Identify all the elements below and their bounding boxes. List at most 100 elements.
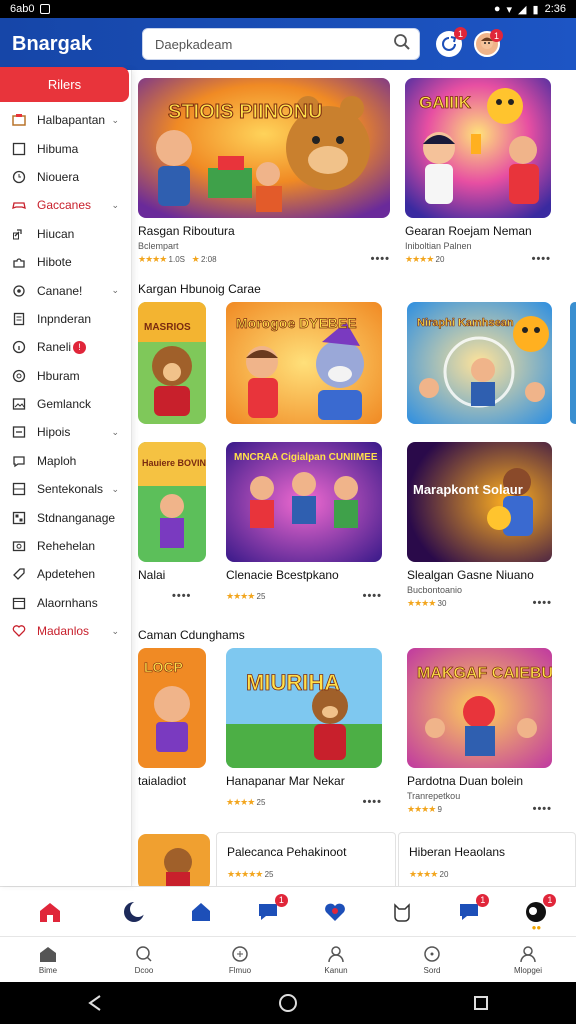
recents-icon[interactable]	[473, 995, 489, 1011]
sidebar-item-label: Gaccanes	[37, 198, 92, 213]
cat-icon	[394, 902, 410, 922]
chevron-down-icon: ⌄	[111, 426, 119, 437]
document-icon	[12, 312, 26, 326]
search-input[interactable]	[155, 36, 375, 52]
game-card[interactable]: MIURIHA Hanapanar Mar Nekar ★★★★ 25 ••••	[226, 648, 382, 808]
rating-count: 1.0S	[168, 254, 185, 264]
game-list-card[interactable]: Palecanca Pehakinoot ★★★★★ 25	[216, 832, 396, 886]
sidebar-item-hburam[interactable]: Hburam	[0, 362, 131, 390]
game-card[interactable]: Marapkont Solaur Slealgan Gasne Niuano B…	[407, 442, 552, 609]
pet-shortcut[interactable]	[390, 900, 414, 924]
game-card[interactable]: MAKGAF CAIEBUS Pardotna Duan bolein Tran…	[407, 648, 552, 815]
sidebar-item-label: Maploh	[37, 453, 77, 468]
sidebar-item-hibuma[interactable]: Hibuma	[0, 134, 131, 162]
game-card[interactable]	[570, 302, 576, 424]
sidebar-item-label: Canane!	[37, 283, 83, 298]
avatar-button[interactable]: 1	[474, 29, 503, 57]
app-screen: 6ab0 ● ▾ ◢ ▮ 2:36 Bnargak 1 1	[0, 0, 576, 1024]
thumbnail-text: GAIIIK	[419, 93, 472, 112]
game-thumbnail[interactable]: Marapkont Solaur	[407, 442, 552, 562]
sidebar-item-raneli[interactable]: Raneli !	[0, 333, 131, 361]
game-card[interactable]: MASRIOS	[138, 302, 206, 424]
sidebar-item-canane[interactable]: Canane! ⌄	[0, 276, 131, 304]
sidebar-item-hipois[interactable]: Hipois ⌄	[0, 418, 131, 446]
more-options-icon[interactable]: ••••	[371, 253, 390, 265]
sidebar-item-gaccanes[interactable]: Gaccanes ⌄	[0, 191, 131, 219]
camera-icon	[12, 539, 26, 553]
thumbnail-text: LOCP	[144, 659, 183, 675]
featured-card[interactable]: GAIIIK Gearan Roejam Neman Iniboltian Pa…	[405, 78, 551, 265]
thumbnail-text: Hauiere BOVINIEAS	[142, 458, 206, 468]
sidebar-item-maploh[interactable]: Maploh	[0, 447, 131, 475]
back-icon[interactable]	[87, 994, 103, 1012]
more-options-icon[interactable]: ••••	[363, 590, 382, 602]
more-options-icon[interactable]: ••••	[533, 803, 552, 815]
layout-icon	[12, 511, 26, 525]
tab-mlopgei[interactable]: Mlopgei	[493, 945, 563, 975]
chat-shortcut[interactable]: 1	[256, 893, 288, 924]
sidebar-item-madanlos[interactable]: Madanlos ⌄	[0, 617, 131, 645]
tab-sord[interactable]: Sord	[397, 945, 467, 975]
sidebar-item-gemlanck[interactable]: Gemlanck	[0, 390, 131, 418]
game-thumbnail[interactable]: STIOIS PIINONU	[138, 78, 390, 218]
compass-icon	[424, 945, 440, 962]
home-button[interactable]	[0, 901, 100, 923]
game-thumbnail[interactable]: Niraphi Kamhsean	[407, 302, 552, 424]
game-card[interactable]: Hauiere BOVINIEAS Nalai ••••	[138, 442, 206, 602]
sidebar-item-sentekonals[interactable]: Sentekonals ⌄	[0, 475, 131, 503]
game-thumbnail[interactable]: MNCRAA Cigialpan CUNIIMEE	[226, 442, 382, 562]
sidebar-item-hiucan[interactable]: Hiucan	[0, 220, 131, 248]
game-subtitle: Tranrepetkou	[407, 791, 461, 801]
game-card[interactable]: LOCP taialadiot	[138, 648, 206, 788]
rating-stars: ★★★★	[226, 796, 255, 807]
search-bar[interactable]	[142, 28, 420, 60]
sidebar-item-apdetehen[interactable]: Apdetehen	[0, 560, 131, 588]
sidebar-item-rehehelan[interactable]: Rehehelan	[0, 532, 131, 560]
sidebar-header-button[interactable]: Rilers	[0, 67, 129, 102]
sidebar-item-inpnderan[interactable]: Inpnderan	[0, 305, 131, 333]
featured-card[interactable]: STIOIS PIINONU Rasgan Riboutura Bclempar…	[138, 78, 390, 265]
home-shortcut[interactable]	[189, 900, 213, 924]
tab-dcoo[interactable]: Dcoo	[109, 945, 179, 975]
game-thumbnail[interactable]: Hauiere BOVINIEAS	[138, 442, 206, 562]
game-thumbnail[interactable]: Morogoe DYEBEE	[226, 302, 382, 424]
tab-flmuo[interactable]: Flmuo	[205, 945, 275, 975]
favorites-shortcut[interactable]	[323, 900, 347, 924]
more-options-icon[interactable]: ••••	[172, 590, 191, 602]
notifications-button[interactable]: 1	[436, 27, 467, 57]
game-thumbnail[interactable]: MASRIOS	[138, 302, 206, 424]
game-title: Hiberan Heaolans	[409, 845, 506, 859]
more-options-icon[interactable]: ••••	[533, 597, 552, 609]
sidebar-item-label: Alaornhans	[37, 595, 98, 610]
game-card[interactable]: Niraphi Kamhsean	[407, 302, 552, 424]
tab-label: Kanun	[324, 965, 348, 975]
game-thumbnail[interactable]: LOCP	[138, 648, 206, 768]
game-thumbnail[interactable]: MAKGAF CAIEBUS	[407, 648, 552, 768]
game-thumbnail[interactable]: MIURIHA	[226, 648, 382, 768]
sidebar-item-label: Hibuma	[37, 141, 79, 156]
night-shortcut[interactable]: 1 ●●	[524, 893, 557, 932]
game-thumbnail[interactable]	[570, 302, 576, 424]
sidebar-item-hibote[interactable]: Hibote	[0, 248, 131, 276]
sidebar-item-halbapantan[interactable]: Halbapantan ⌄	[0, 106, 131, 134]
sidebar-item-stdnanganage[interactable]: Stdnanganage	[0, 503, 131, 531]
game-thumbnail[interactable]: GAIIIK	[405, 78, 551, 218]
game-thumbnail[interactable]	[138, 834, 210, 886]
more-options-icon[interactable]: ••••	[363, 796, 382, 808]
notif-badge: 1	[454, 27, 467, 40]
search-icon[interactable]	[393, 33, 411, 56]
tab-kanun[interactable]: Kanun	[301, 945, 371, 975]
game-icon	[232, 945, 248, 962]
sidebar-item-label: Niouera	[37, 169, 80, 184]
tab-bime[interactable]: Bime	[13, 945, 83, 975]
home-circle-icon[interactable]	[278, 993, 298, 1013]
moon-shortcut[interactable]	[122, 900, 146, 924]
sidebar-item-niouera[interactable]: Niouera	[0, 163, 131, 191]
messages-shortcut[interactable]: 1	[457, 893, 490, 924]
more-options-icon[interactable]: ••••	[532, 253, 551, 265]
game-card[interactable]: Morogoe DYEBEE	[226, 302, 382, 424]
sidebar-item-alaornhans[interactable]: Alaornhans	[0, 589, 131, 617]
game-card[interactable]	[138, 834, 210, 886]
game-card[interactable]: MNCRAA Cigialpan CUNIIMEE Clenacie Bcest…	[226, 442, 382, 602]
game-list-card[interactable]: Hiberan Heaolans ★★★★ 20	[398, 832, 576, 886]
